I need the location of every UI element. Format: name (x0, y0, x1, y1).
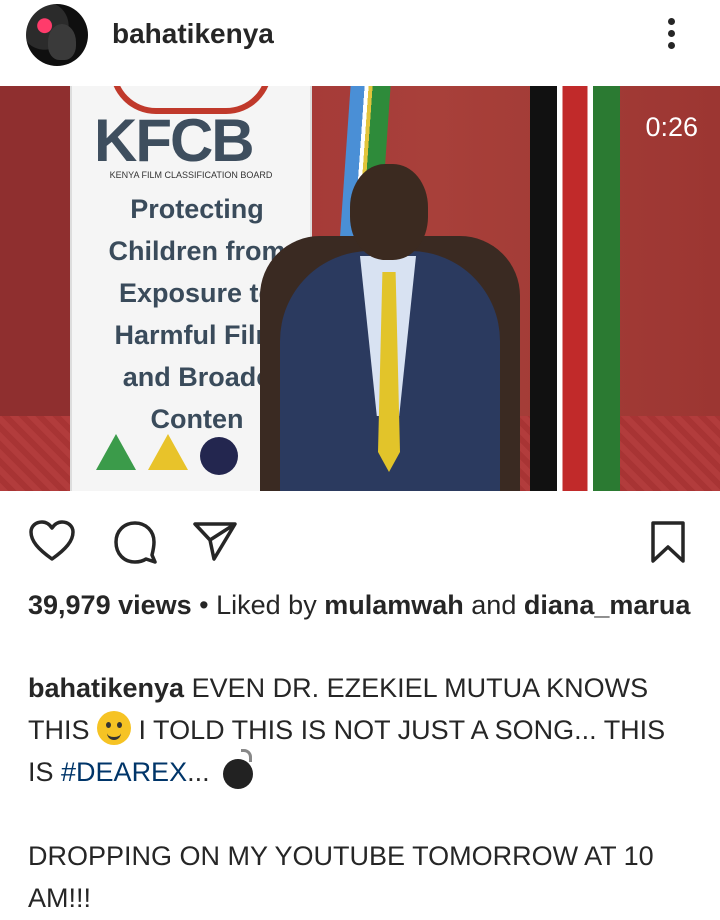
hashtag-link[interactable]: #DEAREX (61, 757, 187, 787)
action-bar (0, 491, 720, 581)
engagement-summary: 39,979 views • Liked by mulamwah and dia… (28, 586, 698, 624)
post-username[interactable]: bahatikenya (112, 18, 274, 50)
smile-emoji-icon (97, 711, 132, 745)
and-label: and (471, 590, 517, 620)
heart-icon[interactable] (28, 519, 76, 568)
send-icon[interactable] (192, 519, 238, 568)
post-caption: bahatikenya EVEN DR. EZEKIEL MUTUA KNOWS… (28, 667, 698, 919)
separator-dot: • (199, 590, 209, 620)
bomb-emoji-icon (223, 749, 254, 789)
views-count[interactable]: 39,979 views (28, 590, 192, 620)
kenya-flag (530, 86, 620, 491)
avatar[interactable] (26, 4, 88, 66)
banner-subtitle: KENYA FILM CLASSIFICATION BOARD (109, 170, 273, 180)
bookmark-icon[interactable] (648, 519, 688, 570)
ge-badge-icon (96, 434, 136, 470)
person-head (350, 164, 428, 260)
post-header: bahatikenya (0, 0, 720, 86)
comment-icon[interactable] (112, 519, 158, 570)
caption-username[interactable]: bahatikenya (28, 673, 184, 703)
video-player[interactable]: KFCB KENYA FILM CLASSIFICATION BOARD Pro… (0, 86, 720, 491)
more-vertical-icon[interactable] (656, 14, 686, 54)
pg-badge-icon (148, 434, 188, 470)
16-badge-icon (200, 437, 238, 475)
caption-text: ... (187, 757, 210, 787)
liked-by-label: Liked by (216, 590, 317, 620)
rating-badges (96, 434, 238, 475)
video-timer: 0:26 (645, 112, 698, 142)
banner-logo: KFCB (94, 107, 255, 174)
liked-user-link[interactable]: diana_marua (524, 590, 691, 620)
caption-text: DROPPING ON MY YOUTUBE TOMORROW AT 10 AM… (28, 841, 654, 913)
liked-user-link[interactable]: mulamwah (324, 590, 464, 620)
